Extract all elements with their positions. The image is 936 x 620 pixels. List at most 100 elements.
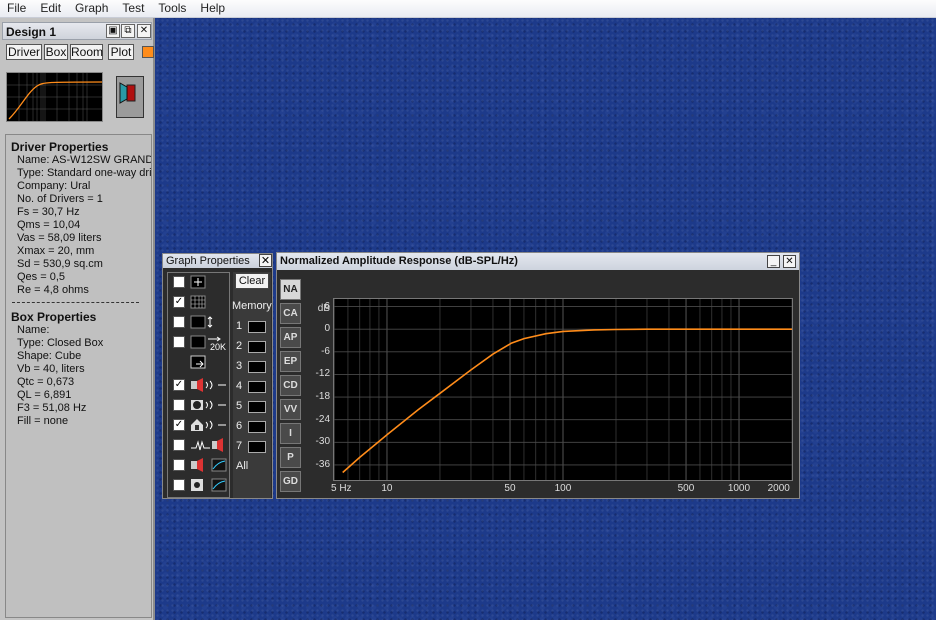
box-name: Name: xyxy=(17,324,50,336)
graph-window: Normalized Amplitude Response (dB-SPL/Hz… xyxy=(276,252,800,499)
box-vb: Vb = 40, liters xyxy=(17,363,85,375)
port-speaker-icon xyxy=(191,400,226,410)
design-title-bar: Design 1 ▣ ⧉ ✕ xyxy=(2,22,152,40)
option-checkbox-5[interactable]: ✓ xyxy=(173,379,185,391)
driver-xmax: Xmax = 20, mm xyxy=(17,245,95,257)
plot-color-swatch[interactable] xyxy=(142,46,154,58)
box-properties-heading: Box Properties xyxy=(11,310,97,324)
section-divider xyxy=(12,302,139,303)
memory-label: Memory xyxy=(232,300,272,312)
tab-box[interactable]: Box xyxy=(44,44,68,60)
driver-qes: Qes = 0,5 xyxy=(17,271,66,283)
option-checkbox-10[interactable] xyxy=(173,479,185,491)
minimize-icon[interactable]: _ xyxy=(767,255,780,268)
response-curve-series-1 xyxy=(342,328,792,474)
option-checkbox-2[interactable]: ✓ xyxy=(173,296,185,308)
tab-plot[interactable]: Plot xyxy=(108,44,134,60)
driver-fs: Fs = 30,7 Hz xyxy=(17,206,80,218)
y-tick-label: 6 xyxy=(324,300,330,312)
box-shape: Shape: Cube xyxy=(17,350,82,362)
memory-slot-label: 1 xyxy=(236,320,243,332)
tab-ep[interactable]: EP xyxy=(280,351,301,372)
option-checkbox-9[interactable] xyxy=(173,459,185,471)
grid-icon xyxy=(190,295,206,309)
y-tick-label: -30 xyxy=(315,436,330,448)
x-tick-label: 1000 xyxy=(727,483,751,494)
option-checkbox-6[interactable] xyxy=(173,399,185,411)
copy-icon[interactable]: ⧉ xyxy=(121,24,135,38)
response-plot-area[interactable] xyxy=(333,298,793,481)
tab-i[interactable]: I xyxy=(280,423,301,444)
y-tick-label: 0 xyxy=(324,323,330,335)
memory-slot-3[interactable] xyxy=(248,361,266,373)
response-thumbnail[interactable] xyxy=(6,72,103,122)
memory-slot-7[interactable] xyxy=(248,441,266,453)
y-tick-label: -18 xyxy=(315,391,330,403)
speaker-graph-icon xyxy=(191,458,227,472)
tab-driver[interactable]: Driver xyxy=(6,44,42,60)
tab-cd[interactable]: CD xyxy=(280,375,301,396)
x-tick-label: 2000 xyxy=(767,483,790,494)
tab-na[interactable]: NA xyxy=(280,279,301,300)
properties-panel: Driver Properties Name: AS-W12SW GRAND T… xyxy=(5,134,152,618)
menu-bar: File Edit Graph Test Tools Help xyxy=(0,0,936,18)
graph-properties-panel: Graph Properties ✕ ✓ 20K ✓ ✓ Clear Memor… xyxy=(162,253,273,499)
speaker-box-icon[interactable] xyxy=(116,76,144,118)
option-checkbox-4[interactable] xyxy=(173,336,185,348)
design-title: Design 1 xyxy=(6,25,57,39)
menu-help[interactable]: Help xyxy=(193,0,232,18)
memory-slot-5[interactable] xyxy=(248,401,266,413)
driver-qms: Qms = 10,04 xyxy=(17,219,81,231)
x-tick-label: 500 xyxy=(677,483,695,494)
driver-re: Re = 4,8 ohms xyxy=(17,284,89,296)
graph-properties-title: Graph Properties xyxy=(163,254,272,268)
y-tick-label: -24 xyxy=(315,413,330,425)
memory-slot-1[interactable] xyxy=(248,321,266,333)
impedance-circuit-icon xyxy=(191,438,223,452)
driver-sd: Sd = 530,9 sq.cm xyxy=(17,258,103,270)
option-checkbox-7[interactable]: ✓ xyxy=(173,419,185,431)
box-qtc: Qtc = 0,673 xyxy=(17,376,75,388)
crosshair-icon xyxy=(190,275,206,289)
tab-ap[interactable]: AP xyxy=(280,327,301,348)
memory-slot-label: 2 xyxy=(236,340,243,352)
save-icon[interactable]: ▣ xyxy=(106,24,120,38)
clear-button[interactable]: Clear xyxy=(235,273,269,289)
graph-close-icon[interactable]: ✕ xyxy=(783,255,796,268)
memory-slot-6[interactable] xyxy=(248,421,266,433)
option-checkbox-8[interactable] xyxy=(173,439,185,451)
tab-ca[interactable]: CA xyxy=(280,303,301,324)
x-tick-label: 50 xyxy=(504,483,516,494)
menu-edit[interactable]: Edit xyxy=(33,0,68,18)
driver-type: Type: Standard one-way driv xyxy=(17,167,152,179)
memory-slot-label: 7 xyxy=(236,440,243,452)
menu-graph[interactable]: Graph xyxy=(68,0,115,18)
graph-options: ✓ 20K ✓ ✓ xyxy=(167,272,230,498)
tab-gd[interactable]: GD xyxy=(280,471,301,492)
graph-window-title: Normalized Amplitude Response (dB-SPL/Hz… xyxy=(277,253,799,270)
y-tick-label: -36 xyxy=(315,458,330,470)
box-ql: QL = 6,891 xyxy=(17,389,72,401)
close-icon[interactable]: ✕ xyxy=(137,24,151,38)
memory-slot-label: 3 xyxy=(236,360,243,372)
option-checkbox-3[interactable] xyxy=(173,316,185,328)
driver-vas: Vas = 58,09 liters xyxy=(17,232,102,244)
memory-slot-2[interactable] xyxy=(248,341,266,353)
legend-box-icon[interactable] xyxy=(190,355,228,369)
memory-slot-label: 6 xyxy=(236,420,243,432)
y-tick-label: -12 xyxy=(315,368,330,380)
menu-tools[interactable]: Tools xyxy=(151,0,193,18)
box-type: Type: Closed Box xyxy=(17,337,104,349)
menu-test[interactable]: Test xyxy=(115,0,151,18)
box-f3: F3 = 51,08 Hz xyxy=(17,402,87,414)
memory-all-button[interactable]: All xyxy=(236,460,248,472)
tab-p[interactable]: P xyxy=(280,447,301,468)
graph-properties-close-icon[interactable]: ✕ xyxy=(259,254,272,267)
driver-properties-heading: Driver Properties xyxy=(11,140,109,154)
speaker-sound-icon xyxy=(191,378,226,392)
tab-room[interactable]: Room xyxy=(70,44,103,60)
option-checkbox-1[interactable] xyxy=(173,276,185,288)
tab-vv[interactable]: VV xyxy=(280,399,301,420)
menu-file[interactable]: File xyxy=(0,0,33,18)
memory-slot-4[interactable] xyxy=(248,381,266,393)
